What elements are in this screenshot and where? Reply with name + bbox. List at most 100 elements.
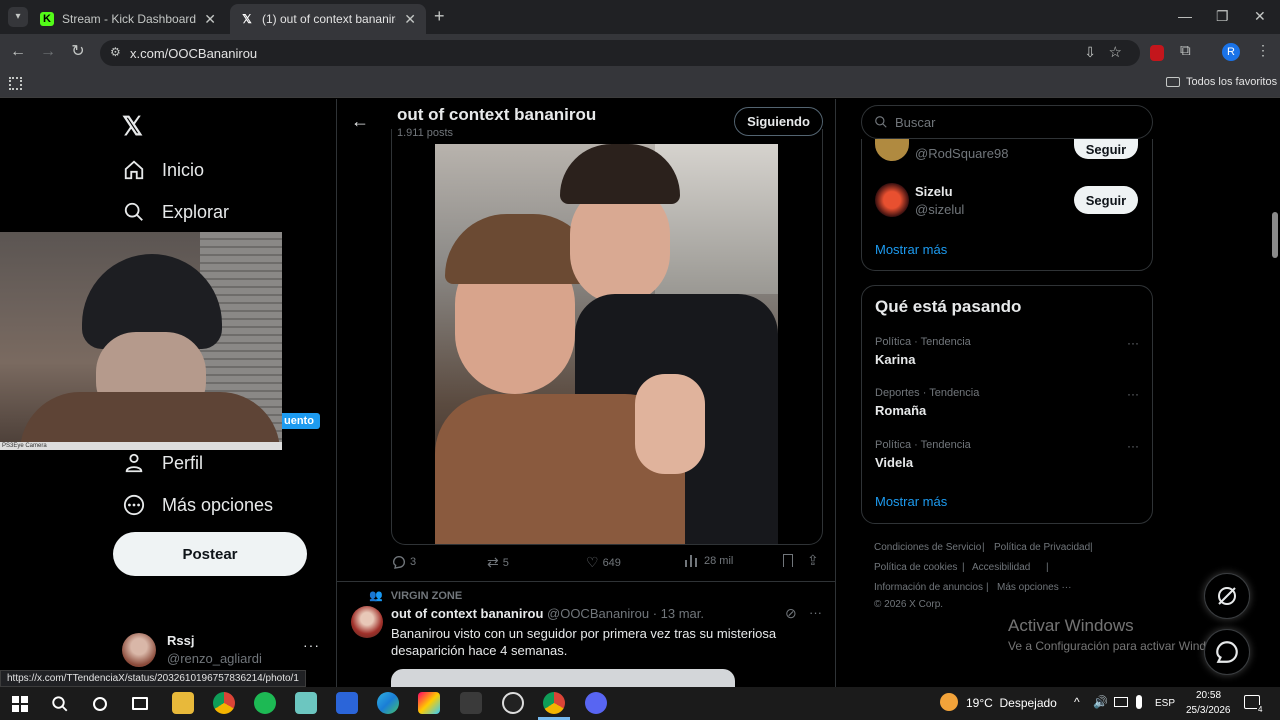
close-tab-icon[interactable]: ✕ <box>204 11 216 28</box>
install-app-icon[interactable]: ⇩ <box>1084 44 1096 61</box>
close-window-icon[interactable]: ✕ <box>1254 8 1266 25</box>
all-bookmarks-folder[interactable]: Todos los favoritos <box>1166 76 1277 88</box>
views-button[interactable]: 28 mil <box>684 554 733 568</box>
tweet-author-avatar[interactable] <box>351 606 383 638</box>
footer-accessibility-link[interactable]: Accesibilidad <box>972 562 1030 573</box>
scrollbar-thumb[interactable] <box>1272 212 1278 258</box>
windows-start-icon[interactable] <box>12 696 28 712</box>
trend-more-icon[interactable]: ··· <box>1127 439 1139 453</box>
mic-icon[interactable] <box>1136 695 1142 709</box>
kick-logo-icon: K <box>40 12 54 26</box>
tray-chevron-icon[interactable]: ^ <box>1074 695 1080 709</box>
trend-item[interactable]: Deportes · Tendencia Romaña ··· <box>875 387 1143 418</box>
weather-text[interactable]: 19°C Despejado <box>966 696 1057 710</box>
page-scrollbar[interactable] <box>1270 99 1280 687</box>
network-icon[interactable] <box>1114 697 1128 707</box>
extension-icon[interactable] <box>1150 45 1164 61</box>
back-icon[interactable]: ← <box>8 42 28 62</box>
tab-x-profile[interactable]: 𝕏 (1) out of context bananirou (@ ✕ <box>230 4 426 34</box>
show-more-link[interactable]: Mostrar más <box>875 494 947 509</box>
suggestion-name[interactable]: Sizelu <box>915 184 953 199</box>
reload-icon[interactable]: ↻ <box>68 42 88 62</box>
obs-icon[interactable] <box>502 692 524 714</box>
sidebar-item-explorar[interactable]: Explorar <box>122 200 229 224</box>
tweet-date[interactable]: · 13 mar. <box>653 606 704 621</box>
repost-button[interactable]: ⇄ 5 <box>487 554 509 571</box>
close-tab-icon[interactable]: ✕ <box>404 11 416 28</box>
edge-icon[interactable] <box>377 692 399 714</box>
grok-icon[interactable]: ⊘ <box>785 605 797 622</box>
post-button[interactable]: Postear <box>113 532 307 576</box>
bookmark-star-icon[interactable]: ☆ <box>1109 43 1122 61</box>
messages-floating-button[interactable] <box>1204 629 1250 675</box>
share-icon[interactable]: ⇪ <box>807 552 819 569</box>
clock-date[interactable]: 25/3/2026 <box>1186 705 1231 716</box>
footer-privacy-link[interactable]: Política de Privacidad <box>994 542 1090 553</box>
grok-floating-button[interactable] <box>1204 573 1250 619</box>
address-bar[interactable]: ⚙ x.com/OOCBananirou ⇩ ☆ <box>100 40 1140 66</box>
extensions-puzzle-icon[interactable]: ⧉ <box>1180 42 1191 59</box>
clock-time[interactable]: 20:58 <box>1196 690 1221 701</box>
spotify-icon[interactable] <box>254 692 276 714</box>
menu-kebab-icon[interactable]: ⋮ <box>1256 42 1270 59</box>
app-icon[interactable] <box>418 692 440 714</box>
language-indicator[interactable]: ESP <box>1155 698 1175 709</box>
trend-more-icon[interactable]: ··· <box>1127 387 1139 401</box>
suggestion-handle[interactable]: @RodSquare98 <box>915 146 1008 161</box>
show-more-link[interactable]: Mostrar más <box>875 242 947 257</box>
new-tab-button[interactable]: + <box>434 6 445 27</box>
app-icon[interactable] <box>336 692 358 714</box>
weather-icon[interactable] <box>940 693 958 711</box>
profile-avatar[interactable]: R <box>1222 43 1240 61</box>
sidebar-item-label: Inicio <box>162 159 205 180</box>
search-box[interactable]: Buscar <box>861 105 1153 139</box>
chrome-taskbar-icon[interactable] <box>213 692 235 714</box>
like-button[interactable]: ♡ 649 <box>586 554 621 571</box>
tweet-more-icon[interactable]: ··· <box>809 605 822 620</box>
x-logo-icon[interactable]: 𝕏 <box>122 111 143 142</box>
sidebar-item-perfil[interactable]: Perfil <box>122 451 203 475</box>
suggestion-avatar[interactable] <box>875 183 909 217</box>
tweet-author-name[interactable]: out of context bananirou <box>391 606 543 621</box>
follow-button[interactable]: Seguir <box>1074 139 1138 159</box>
app-icon[interactable] <box>295 692 317 714</box>
tweet-media-card[interactable] <box>391 129 823 545</box>
maximize-icon[interactable]: ❐ <box>1216 8 1229 25</box>
account-avatar <box>122 633 156 667</box>
bookmark-icon[interactable] <box>783 554 793 567</box>
tab-kick-dashboard[interactable]: K Stream - Kick Dashboard ✕ <box>30 4 226 34</box>
suggestion-avatar[interactable] <box>875 139 909 161</box>
tweet2-media-preview[interactable] <box>391 669 735 687</box>
footer-ads-link[interactable]: Información de anuncios <box>874 582 983 593</box>
footer-cookies-link[interactable]: Política de cookies <box>874 562 957 573</box>
trend-item[interactable]: Política · Tendencia Videla ··· <box>875 439 1143 470</box>
volume-icon[interactable]: 🔊 <box>1093 695 1108 709</box>
discord-icon[interactable] <box>585 692 607 714</box>
app-icon[interactable] <box>460 692 482 714</box>
follow-button[interactable]: Seguir <box>1074 186 1138 214</box>
forward-icon[interactable]: → <box>38 42 58 62</box>
file-explorer-icon[interactable] <box>172 692 194 714</box>
suggestion-handle[interactable]: @sizelul <box>915 202 964 217</box>
sidebar-item-mas-opciones[interactable]: Más opciones <box>122 493 273 517</box>
chrome-active-taskbar-icon[interactable] <box>543 692 565 714</box>
footer-terms-link[interactable]: Condiciones de Servicio <box>874 542 981 553</box>
minimize-icon[interactable]: — <box>1178 8 1192 24</box>
task-view-icon[interactable] <box>132 697 148 710</box>
sidebar-item-inicio[interactable]: Inicio <box>122 158 204 182</box>
cortana-icon[interactable] <box>93 697 107 711</box>
apps-grid-icon[interactable] <box>9 77 22 90</box>
taskbar-search-icon[interactable] <box>51 695 69 713</box>
tweet-author-handle[interactable]: @OOCBananirou <box>547 606 649 621</box>
footer-more-link[interactable]: Más opciones ··· <box>997 582 1071 593</box>
account-switcher[interactable]: Rssj @renzo_agliardi ··· <box>122 631 322 671</box>
site-info-icon[interactable]: ⚙ <box>110 45 121 59</box>
account-more-icon[interactable]: ··· <box>303 637 320 653</box>
tab-search-button[interactable]: ▾ <box>8 7 28 27</box>
tweet-photo[interactable] <box>435 144 778 544</box>
reply-button[interactable]: 3 <box>391 554 416 570</box>
person-icon <box>122 451 146 475</box>
back-arrow-icon[interactable]: ← <box>351 111 369 132</box>
trend-more-icon[interactable]: ··· <box>1127 336 1139 350</box>
trend-item[interactable]: Política · Tendencia Karina ··· <box>875 336 1143 367</box>
